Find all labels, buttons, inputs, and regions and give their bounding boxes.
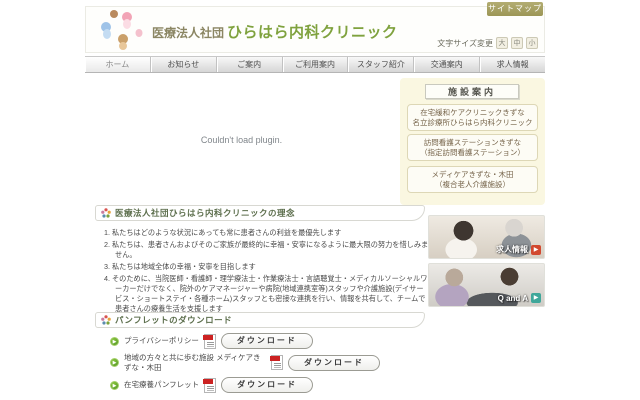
facility-link-nursing-station[interactable]: 訪問看護ステーションきずな （指定訪問看護ステーション） — [407, 134, 538, 161]
font-size-changer: 文字サイズ変更 大 中 小 — [437, 37, 538, 49]
pdf-file-icon — [271, 355, 283, 370]
philosophy-section-header: 医療法人社団ひらはら内科クリニックの理念 — [95, 205, 425, 221]
green-arrow-bullet-icon: ▶ — [110, 358, 119, 367]
org-name: 医療法人社団 — [152, 26, 224, 40]
play-arrow-icon: ▶ — [531, 245, 541, 255]
sitemap-button[interactable]: サイトマップ — [487, 2, 543, 16]
philosophy-item: 2. 私たちは、患者さんおよびそのご家族が最終的に幸福・安寧になるように最大限の… — [104, 240, 430, 260]
facility-link-line: 名立診療所ひらはら内科クリニック — [413, 118, 533, 127]
facility-link-line: メディケアきずな・木田 — [432, 170, 514, 179]
download-row-privacy: ▶ プライバシーポリシー ダウンロード — [110, 333, 313, 349]
download-button-medicare-kida[interactable]: ダウンロード — [288, 355, 380, 371]
download-row-medicare-kida: ▶ 地域の方々と共に歩む施設 メディケアきずな・木田 ダウンロード — [110, 353, 380, 372]
download-label: 地域の方々と共に歩む施設 メディケアきずな・木田 — [124, 353, 266, 372]
page-title: 医療法人社団ひらはら内科クリニック — [152, 21, 398, 42]
nav-item-news[interactable]: お知らせ — [151, 57, 217, 72]
site-header: 医療法人社団ひらはら内科クリニック 文字サイズ変更 大 中 小 — [85, 6, 545, 53]
pdf-file-icon — [204, 378, 216, 393]
philosophy-list: 1. 私たちはどのような状況にあっても常に患者さんの利益を最優先します 2. 私… — [104, 228, 430, 316]
main-nav: ホーム お知らせ ご案内 ご利用案内 スタッフ紹介 交通案内 求人情報 — [85, 56, 545, 73]
qanda-banner[interactable]: Q and A ▶ — [428, 263, 545, 307]
download-row-home-care: ▶ 在宅療養パンフレット ダウンロード — [110, 377, 313, 393]
font-size-medium-button[interactable]: 中 — [511, 37, 523, 49]
green-arrow-bullet-icon: ▶ — [110, 337, 119, 346]
nav-item-recruit[interactable]: 求人情報 — [480, 57, 545, 72]
philosophy-section-title: 医療法人社団ひらはら内科クリニックの理念 — [115, 207, 295, 219]
clinic-logo-icon — [94, 9, 152, 51]
facility-link-line: 在宅緩和ケアクリニックきずな — [420, 108, 525, 117]
facility-link-medicare-kida[interactable]: メディケアきずな・木田 （複合老人介護施設） — [407, 166, 538, 193]
facility-link-line: 訪問看護ステーションきずな — [424, 138, 521, 147]
nav-item-access[interactable]: 交通案内 — [414, 57, 480, 72]
nav-item-guide[interactable]: ご案内 — [217, 57, 283, 72]
nav-item-staff[interactable]: スタッフ紹介 — [348, 57, 414, 72]
play-arrow-icon: ▶ — [531, 293, 541, 303]
facility-panel: 施設案内 在宅緩和ケアクリニックきずな 名立診療所ひらはら内科クリニック 訪問看… — [400, 78, 545, 205]
download-button-home-care[interactable]: ダウンロード — [221, 377, 313, 393]
nav-item-usage[interactable]: ご利用案内 — [283, 57, 349, 72]
font-size-label: 文字サイズ変更 — [437, 38, 493, 49]
flower-icon — [101, 315, 111, 325]
download-label: プライバシーポリシー — [124, 336, 199, 346]
plugin-error-text: Couldn't load plugin. — [201, 135, 282, 145]
philosophy-item: 3. 私たちは地域全体の幸福・安寧を目指します — [104, 262, 430, 272]
font-size-small-button[interactable]: 小 — [526, 37, 538, 49]
flash-plugin-area: Couldn't load plugin. — [85, 74, 398, 205]
facility-link-line: （複合老人介護施設） — [435, 180, 510, 189]
downloads-section-title: パンフレットのダウンロード — [115, 314, 232, 326]
page: 医療法人社団ひらはら内科クリニック 文字サイズ変更 大 中 小 サイトマップ ホ… — [0, 0, 640, 400]
recruit-banner-label: 求人情報 — [496, 244, 528, 255]
facility-link-kizuna-clinic[interactable]: 在宅緩和ケアクリニックきずな 名立診療所ひらはら内科クリニック — [407, 104, 538, 131]
nav-item-home[interactable]: ホーム — [85, 57, 151, 72]
clinic-name: ひらはら内科クリニック — [227, 24, 398, 41]
philosophy-item: 1. 私たちはどのような状況にあっても常に患者さんの利益を最優先します — [104, 228, 430, 238]
pdf-file-icon — [204, 334, 216, 349]
font-size-large-button[interactable]: 大 — [496, 37, 508, 49]
downloads-section-header: パンフレットのダウンロード — [95, 312, 425, 328]
qanda-banner-label: Q and A — [498, 294, 528, 303]
download-button-privacy[interactable]: ダウンロード — [221, 333, 313, 349]
facility-link-line: （指定訪問看護ステーション） — [420, 148, 525, 157]
download-label: 在宅療養パンフレット — [124, 380, 199, 390]
green-arrow-bullet-icon: ▶ — [110, 381, 119, 390]
philosophy-item: 4. そのために、当院医師・看護師・理学療法士・作業療法士・言語聴覚士・メディカ… — [104, 274, 430, 314]
facility-panel-title[interactable]: 施設案内 — [425, 84, 519, 99]
flower-icon — [101, 208, 111, 218]
recruit-banner[interactable]: 求人情報 ▶ — [428, 215, 545, 259]
